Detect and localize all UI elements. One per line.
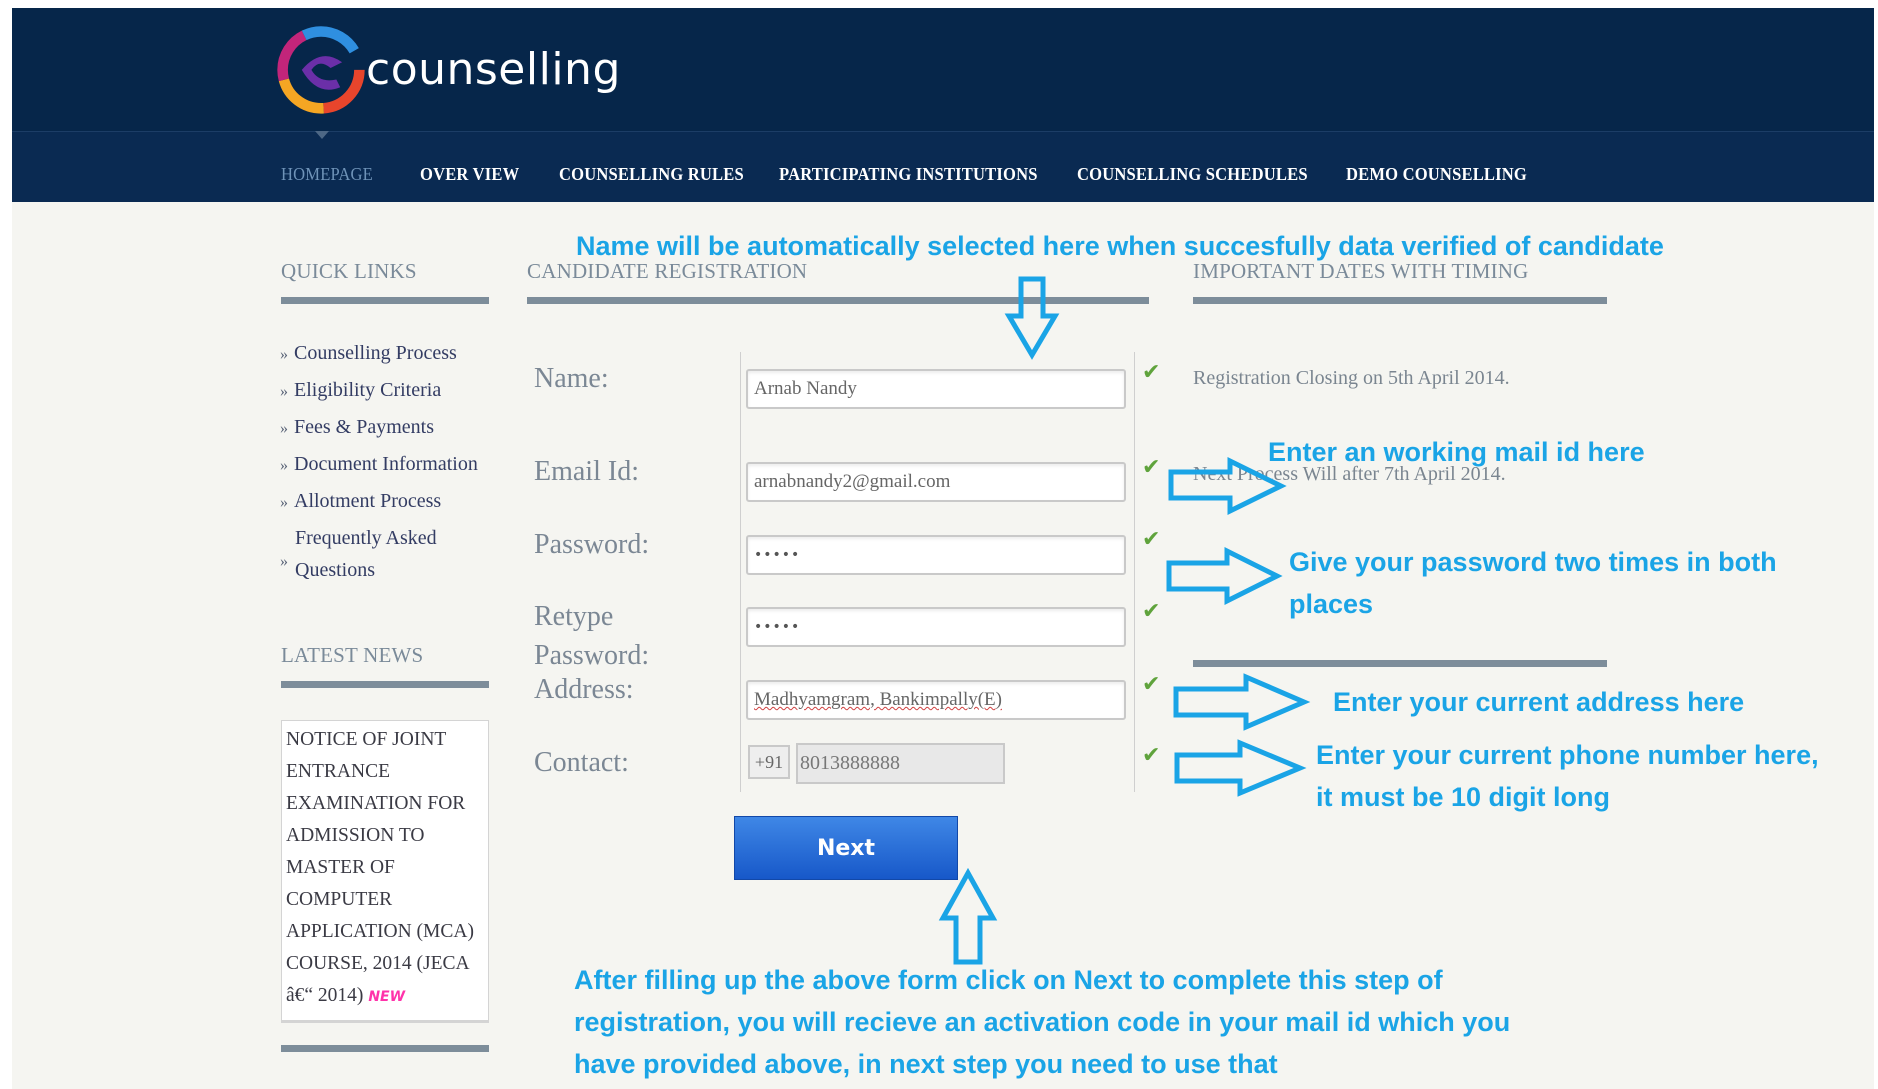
annotation-password-line2: places <box>1289 589 1374 619</box>
arrow-down-icon <box>1004 276 1060 360</box>
annotation-password-line1: Give your password two times in both <box>1289 547 1777 577</box>
arrow-up-icon <box>938 867 998 965</box>
arrow-right-icon <box>1168 456 1287 516</box>
annotation-email: Enter an working mail id here <box>1268 437 1645 467</box>
arrow-right-icon <box>1166 546 1283 606</box>
arrow-right-icon <box>1174 739 1307 797</box>
annotation-bottom-line3: have provided above, in next step you ne… <box>574 1049 1278 1079</box>
annotation-bottom-line2: registration, you will recieve an activa… <box>574 1007 1511 1037</box>
annotation-contact-line1: Enter your current phone number here, <box>1316 740 1819 770</box>
annotation-bottom-line1: After filling up the above form click on… <box>574 965 1443 995</box>
annotation-contact-line2: it must be 10 digit long <box>1316 782 1611 812</box>
arrow-right-icon <box>1173 673 1311 731</box>
annotation-address: Enter your current address here <box>1333 687 1745 717</box>
